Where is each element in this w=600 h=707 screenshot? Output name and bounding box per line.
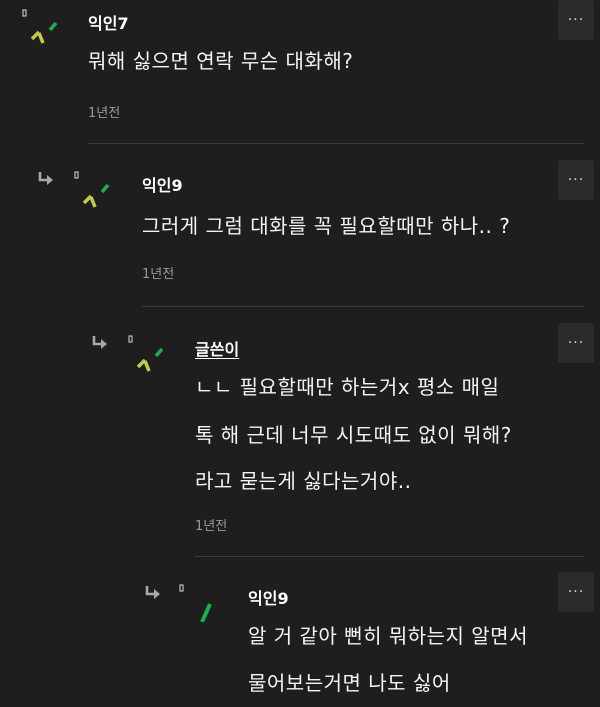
comment-text: 그러게 그럼 대화를 꼭 필요할때만 하나.. ? <box>142 214 511 238</box>
avatar-icon <box>22 9 58 44</box>
comment-author[interactable]: 익인9 <box>248 585 289 609</box>
comment-time: 1년전 <box>142 267 175 282</box>
reply-arrow-icon <box>145 586 160 599</box>
comment-author[interactable]: 익인7 <box>88 10 129 34</box>
comment-text-line-1: 알 거 같아 뻔히 뭐하는지 알면서 <box>248 624 528 648</box>
comment-time: 1년전 <box>88 106 121 121</box>
more-dots-icon: ··· <box>567 12 585 28</box>
comment-divider <box>142 306 584 307</box>
reply-arrow-icon <box>92 336 107 349</box>
comment-divider <box>88 143 584 144</box>
comment-text-line-3: 라고 묻는게 싫다는거야.. <box>195 469 412 493</box>
comment-author-op[interactable]: 글쓴이 <box>195 336 239 360</box>
more-options-button[interactable]: ··· <box>558 323 594 363</box>
more-dots-icon: ··· <box>567 584 585 600</box>
more-dots-icon: ··· <box>567 172 585 188</box>
avatar-icon <box>128 335 164 372</box>
avatar-icon <box>179 584 212 622</box>
avatar-icon <box>74 171 110 208</box>
more-options-button[interactable]: ··· <box>558 160 594 200</box>
comment-text-line-2: 톡 해 근데 너무 시도때도 없이 뭐해? <box>195 423 512 447</box>
comment-divider <box>195 556 584 557</box>
comment-text-line-1: ㄴㄴ 필요할때만 하는거x 평소 매일 <box>195 375 500 399</box>
comment-author[interactable]: 익인9 <box>142 172 183 196</box>
comment-text-line-2: 물어보는거면 나도 싫어 <box>248 671 451 695</box>
comment-time: 1년전 <box>195 519 228 534</box>
more-dots-icon: ··· <box>567 335 585 351</box>
comment-text: 뭐해 싫으면 연락 무슨 대화해? <box>88 49 354 73</box>
more-options-button[interactable]: ··· <box>558 572 594 612</box>
reply-arrow-icon <box>38 172 53 185</box>
more-options-button[interactable]: ··· <box>558 0 594 40</box>
